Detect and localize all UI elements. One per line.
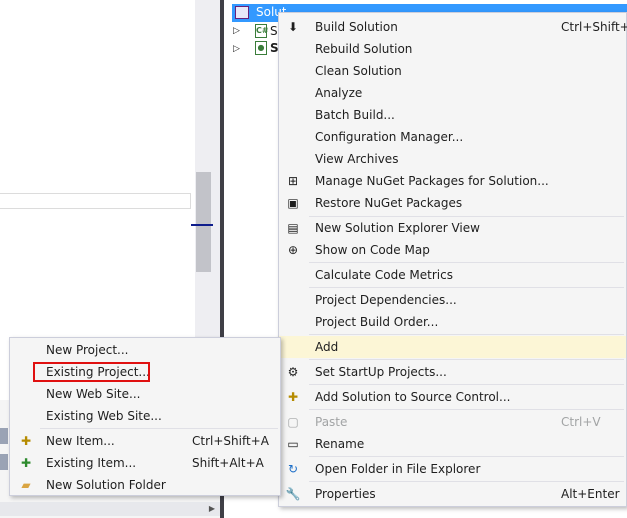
scroll-right-icon[interactable]: ▶	[207, 504, 217, 514]
menu-item-new-solution-folder[interactable]: ▰ New Solution Folder	[10, 474, 280, 496]
scroll-marker	[191, 224, 213, 226]
gear-icon: ⚙	[287, 365, 299, 379]
folder-icon: ▰	[21, 478, 31, 492]
menu-item-existing-item[interactable]: ✚ Existing Item... Shift+Alt+A	[10, 452, 280, 474]
build-icon: ⬇	[287, 20, 299, 34]
solution-context-menu: ⬇ Build Solution Ctrl+Shift+B Rebuild So…	[278, 12, 627, 507]
menu-item-restore-nuget[interactable]: ▣ Restore NuGet Packages	[279, 192, 626, 214]
new-item-icon: ✚	[20, 434, 32, 448]
nuget-icon: ⊞	[287, 174, 299, 188]
menu-item-add-to-source-control[interactable]: ✚ Add Solution to Source Control...	[279, 386, 626, 408]
menu-item-existing-web-site[interactable]: Existing Web Site...	[10, 405, 280, 427]
menu-separator	[309, 409, 624, 410]
menu-item-calculate-code-metrics[interactable]: Calculate Code Metrics	[279, 264, 626, 286]
source-control-icon: ✚	[287, 390, 299, 404]
expand-arrow-icon[interactable]: ▷	[233, 44, 240, 54]
menu-item-new-solution-explorer-view[interactable]: ▤ New Solution Explorer View	[279, 217, 626, 239]
project-label[interactable]: S	[270, 24, 278, 38]
editor-field[interactable]	[0, 193, 191, 209]
menu-item-clean-solution[interactable]: Clean Solution	[279, 60, 626, 82]
project-label[interactable]: S	[270, 41, 278, 55]
menu-item-new-project[interactable]: New Project...	[10, 339, 280, 361]
menu-separator	[309, 456, 624, 457]
menu-item-batch-build[interactable]: Batch Build...	[279, 104, 626, 126]
add-submenu: New Project... Existing Project... New W…	[9, 337, 281, 496]
menu-separator	[309, 481, 624, 482]
restore-icon: ▣	[287, 196, 299, 210]
horizontal-scrollbar[interactable]	[0, 502, 220, 516]
menu-separator	[309, 262, 624, 263]
paste-icon: ▢	[287, 415, 299, 429]
menu-item-rename[interactable]: ▭ Rename	[279, 433, 626, 455]
menu-item-new-item[interactable]: ✚ New Item... Ctrl+Shift+A	[10, 430, 280, 452]
menu-item-project-build-order[interactable]: Project Build Order...	[279, 311, 626, 333]
menu-separator	[309, 334, 624, 335]
csharp-project-icon: C#	[255, 24, 269, 38]
menu-separator	[309, 359, 624, 360]
menu-item-rebuild-solution[interactable]: Rebuild Solution	[279, 38, 626, 60]
menu-item-manage-nuget[interactable]: ⊞ Manage NuGet Packages for Solution...	[279, 170, 626, 192]
menu-item-show-on-code-map[interactable]: ⊕ Show on Code Map	[279, 239, 626, 261]
rename-icon: ▭	[287, 437, 299, 451]
existing-item-icon: ✚	[20, 456, 32, 470]
menu-item-analyze[interactable]: Analyze	[279, 82, 626, 104]
menu-item-view-archives[interactable]: View Archives	[279, 148, 626, 170]
callout-highlight-box	[33, 362, 150, 382]
vertical-scrollbar-thumb[interactable]	[196, 172, 211, 272]
menu-item-paste[interactable]: ▢ Paste Ctrl+V	[279, 411, 626, 433]
menu-separator	[40, 428, 278, 429]
menu-item-project-dependencies[interactable]: Project Dependencies...	[279, 289, 626, 311]
expand-arrow-icon[interactable]: ▷	[233, 26, 240, 36]
menu-item-set-startup-projects[interactable]: ⚙ Set StartUp Projects...	[279, 361, 626, 383]
new-view-icon: ▤	[287, 221, 299, 235]
menu-separator	[309, 384, 624, 385]
panel-tab[interactable]	[0, 454, 8, 470]
wrench-icon: 🔧	[285, 487, 301, 501]
code-map-icon: ⊕	[287, 243, 299, 257]
menu-item-properties[interactable]: 🔧 Properties Alt+Enter	[279, 483, 626, 505]
refresh-arrow-icon: ↻	[287, 462, 299, 476]
project-icon: ●	[255, 41, 267, 55]
menu-item-new-web-site[interactable]: New Web Site...	[10, 383, 280, 405]
panel-tab[interactable]	[0, 428, 8, 444]
menu-item-add[interactable]: Add	[279, 336, 626, 358]
menu-item-build-solution[interactable]: ⬇ Build Solution Ctrl+Shift+B	[279, 16, 627, 38]
menu-item-configuration-manager[interactable]: Configuration Manager...	[279, 126, 626, 148]
menu-separator	[309, 287, 624, 288]
solution-icon	[235, 6, 249, 19]
menu-item-open-folder[interactable]: ↻ Open Folder in File Explorer	[279, 458, 626, 480]
